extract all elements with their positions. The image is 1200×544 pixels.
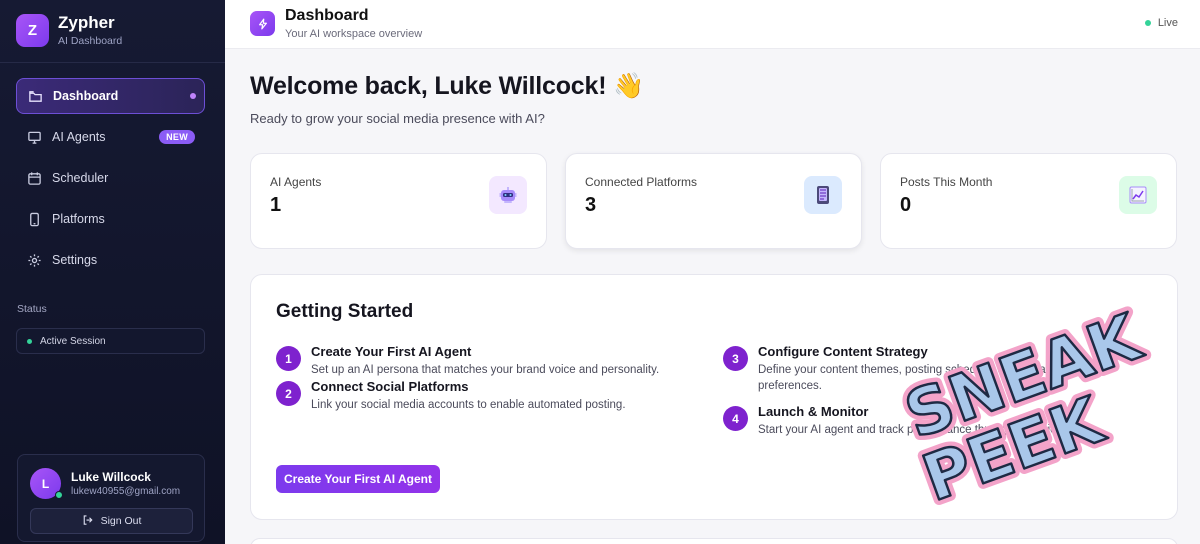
chart-up-icon	[1119, 176, 1157, 214]
live-label: Live	[1157, 17, 1178, 29]
step-description: Set up an AI persona that matches your b…	[311, 364, 660, 376]
sidebar-item-label: Scheduler	[52, 171, 109, 185]
live-indicator: Live	[1144, 17, 1178, 29]
sidebar: Z Zypher AI Dashboard Dashboard AI Agent…	[0, 0, 225, 544]
calendar-icon	[26, 170, 42, 186]
phone-icon	[26, 211, 42, 227]
brand-subtitle: AI Dashboard	[58, 35, 123, 47]
sidebar-item-ai-agents[interactable]: AI Agents NEW	[16, 119, 205, 155]
brand[interactable]: Z Zypher AI Dashboard	[16, 14, 122, 47]
step-title: Configure Content Strategy	[758, 344, 928, 359]
divider	[0, 62, 225, 63]
page-subtitle: Your AI workspace overview	[285, 28, 423, 40]
welcome-heading: Welcome back, Luke Willcock! 👋	[250, 72, 645, 100]
step-number: 2	[276, 381, 301, 406]
new-badge: NEW	[159, 130, 195, 144]
step-title: Launch & Monitor	[758, 404, 869, 419]
step-number: 4	[723, 406, 748, 431]
brand-name: Zypher	[58, 13, 115, 32]
folder-icon	[27, 88, 43, 104]
welcome-subtitle: Ready to grow your social media presence…	[250, 111, 545, 126]
sidebar-item-label: Platforms	[52, 212, 105, 226]
gear-icon	[26, 252, 42, 268]
sign-out-button[interactable]: Sign Out	[30, 508, 193, 534]
lightning-icon	[250, 11, 275, 36]
stat-label: AI Agents	[270, 175, 322, 189]
sidebar-item-platforms[interactable]: Platforms	[16, 201, 205, 237]
step-description: Start your AI agent and track performanc…	[758, 424, 1065, 436]
robot-icon	[489, 176, 527, 214]
status-dot	[27, 338, 32, 344]
step-title: Create Your First AI Agent	[311, 344, 472, 359]
step-description: Define your content themes, posting sche…	[758, 364, 1085, 392]
stat-card-posts-this-month: Posts This Month 0	[880, 153, 1177, 249]
sidebar-nav: Dashboard AI Agents NEW Scheduler Platfo…	[16, 78, 205, 283]
status-text: Active Session	[40, 335, 106, 347]
stat-card-ai-agents: AI Agents 1	[250, 153, 547, 249]
stat-value: 0	[900, 194, 912, 216]
sidebar-item-label: Settings	[52, 253, 98, 267]
sidebar-item-settings[interactable]: Settings	[16, 242, 205, 278]
active-dot	[190, 93, 196, 99]
step-number: 3	[723, 346, 748, 371]
status-label: Status	[17, 303, 47, 315]
sidebar-item-scheduler[interactable]: Scheduler	[16, 160, 205, 196]
next-card	[250, 538, 1178, 544]
sign-out-label: Sign Out	[100, 515, 142, 527]
step-description: Link your social media accounts to enabl…	[311, 399, 626, 411]
step-title: Connect Social Platforms	[311, 379, 469, 394]
sidebar-item-label: Dashboard	[53, 89, 119, 103]
getting-started-card: Getting Started 1 Create Your First AI A…	[250, 274, 1178, 520]
sign-out-icon	[82, 514, 94, 529]
tablet-icon	[804, 176, 842, 214]
brand-logo: Z	[16, 14, 49, 47]
monitor-icon	[26, 129, 42, 145]
stat-label: Posts This Month	[900, 175, 993, 189]
getting-started-title: Getting Started	[276, 301, 414, 322]
stat-card-connected-platforms: Connected Platforms 3	[565, 153, 862, 249]
user-name: Luke Willcock	[71, 470, 151, 484]
stat-value: 3	[585, 194, 597, 216]
online-dot	[55, 491, 63, 499]
stat-value: 1	[270, 194, 282, 216]
user-email: lukew40955@gmail.com	[71, 486, 181, 497]
top-header: Dashboard Your AI workspace overview Liv…	[225, 0, 1200, 49]
status-badge: Active Session	[16, 328, 205, 354]
stat-label: Connected Platforms	[585, 175, 698, 189]
sidebar-item-label: AI Agents	[52, 130, 106, 144]
live-dot	[1144, 20, 1151, 26]
sidebar-item-dashboard[interactable]: Dashboard	[16, 78, 205, 114]
step-number: 1	[276, 346, 301, 371]
create-first-agent-button[interactable]: Create Your First AI Agent	[276, 465, 440, 493]
user-card: L Luke Willcock lukew40955@gmail.com Sig…	[17, 454, 205, 542]
page-title: Dashboard	[285, 7, 369, 24]
